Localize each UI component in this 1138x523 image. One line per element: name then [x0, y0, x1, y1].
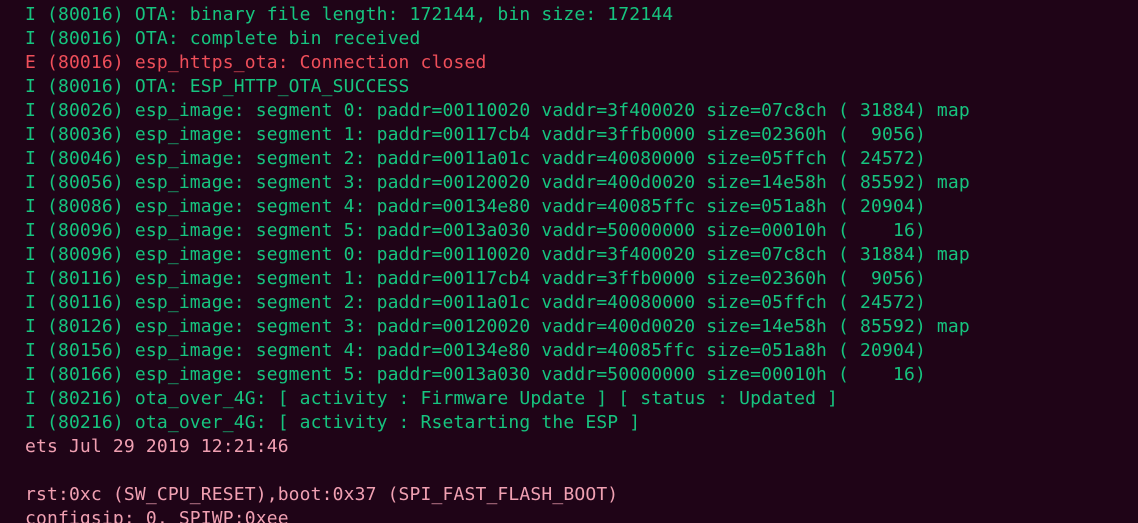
log-line: I (80126) esp_image: segment 3: paddr=00…	[25, 316, 970, 337]
log-line: I (80086) esp_image: segment 4: paddr=00…	[25, 196, 926, 217]
log-line: I (80156) esp_image: segment 4: paddr=00…	[25, 340, 926, 361]
log-line: I (80096) esp_image: segment 5: paddr=00…	[25, 220, 926, 241]
log-line: I (80116) esp_image: segment 2: paddr=00…	[25, 292, 926, 313]
log-line: I (80096) esp_image: segment 0: paddr=00…	[25, 244, 970, 265]
boot-line: configsip: 0, SPIWP:0xee	[25, 508, 289, 523]
log-line: I (80166) esp_image: segment 5: paddr=00…	[25, 364, 926, 385]
log-line: I (80016) OTA: binary file length: 17214…	[25, 4, 674, 25]
log-line: I (80056) esp_image: segment 3: paddr=00…	[25, 172, 970, 193]
log-line: I (80216) ota_over_4G: [ activity : Firm…	[25, 388, 839, 409]
log-lines: I (80016) OTA: binary file length: 17214…	[25, 3, 970, 523]
log-line: I (80036) esp_image: segment 1: paddr=00…	[25, 124, 926, 145]
log-line: I (80116) esp_image: segment 1: paddr=00…	[25, 268, 926, 289]
boot-line: ets Jul 29 2019 12:21:46	[25, 436, 289, 457]
terminal-output[interactable]: I (80016) OTA: binary file length: 17214…	[0, 0, 1138, 523]
log-line: I (80216) ota_over_4G: [ activity : Rset…	[25, 412, 641, 433]
log-line-error: E (80016) esp_https_ota: Connection clos…	[25, 52, 487, 73]
log-line: I (80016) OTA: ESP_HTTP_OTA_SUCCESS	[25, 76, 410, 97]
log-line: I (80046) esp_image: segment 2: paddr=00…	[25, 148, 926, 169]
boot-line: rst:0xc (SW_CPU_RESET),boot:0x37 (SPI_FA…	[25, 484, 619, 505]
log-line: I (80016) OTA: complete bin received	[25, 28, 421, 49]
log-line: I (80026) esp_image: segment 0: paddr=00…	[25, 100, 970, 121]
